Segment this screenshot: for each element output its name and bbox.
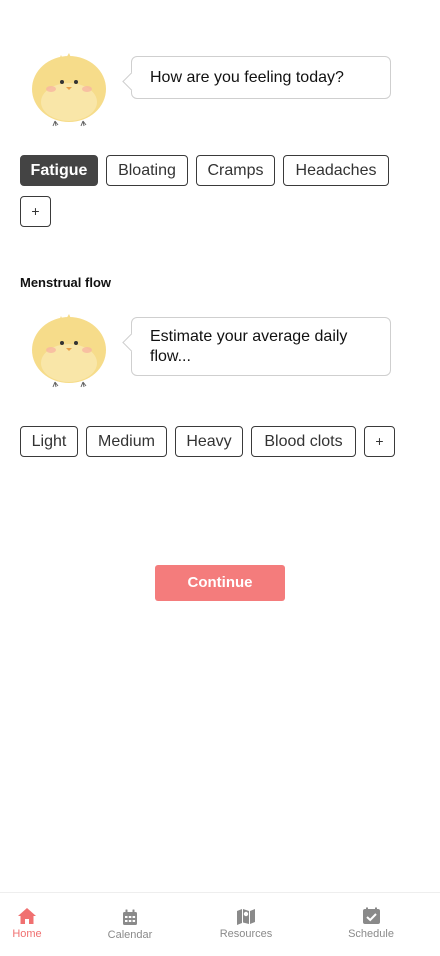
symptom-check-screen: How are you feeling today? Fatigue Bloat…: [0, 0, 440, 956]
add-flow-button[interactable]: +: [364, 426, 395, 457]
calendar-icon: [123, 909, 137, 925]
menstrual-flow-heading: Menstrual flow: [20, 275, 112, 290]
chip-blood-clots[interactable]: Blood clots: [251, 426, 356, 457]
chip-fatigue[interactable]: Fatigue: [20, 155, 98, 186]
chick-mascot-icon: [28, 313, 110, 389]
nav-item-resources[interactable]: Resources: [212, 907, 280, 940]
chip-medium[interactable]: Medium: [86, 426, 167, 457]
nav-label-schedule: Schedule: [348, 928, 394, 940]
feeling-question-text: How are you feeling today?: [150, 68, 344, 86]
nav-item-home[interactable]: Home: [2, 907, 52, 940]
chick-mascot-icon: [28, 52, 110, 128]
checkbox-icon: [362, 907, 380, 924]
feeling-question-bubble: How are you feeling today?: [131, 56, 391, 99]
nav-label-calendar: Calendar: [107, 929, 153, 941]
map-icon: [237, 909, 255, 925]
chip-cramps[interactable]: Cramps: [196, 155, 275, 186]
add-symptom-button[interactable]: +: [20, 196, 51, 227]
flow-question-bubble: Estimate your average daily flow...: [131, 317, 391, 376]
nav-label-resources: Resources: [219, 928, 273, 940]
nav-item-schedule[interactable]: Schedule: [340, 907, 402, 940]
chip-bloating[interactable]: Bloating: [106, 155, 188, 186]
chip-headaches[interactable]: Headaches: [283, 155, 389, 186]
nav-item-calendar[interactable]: Calendar: [100, 909, 160, 941]
chip-light[interactable]: Light: [20, 426, 78, 457]
flow-question-text: Estimate your average daily flow...: [150, 327, 348, 365]
bottom-nav: Home Calendar Resources Schedule: [0, 892, 440, 956]
home-icon: [18, 908, 36, 924]
nav-label-home: Home: [12, 928, 42, 940]
chip-heavy[interactable]: Heavy: [175, 426, 243, 457]
continue-button[interactable]: Continue: [155, 565, 285, 601]
